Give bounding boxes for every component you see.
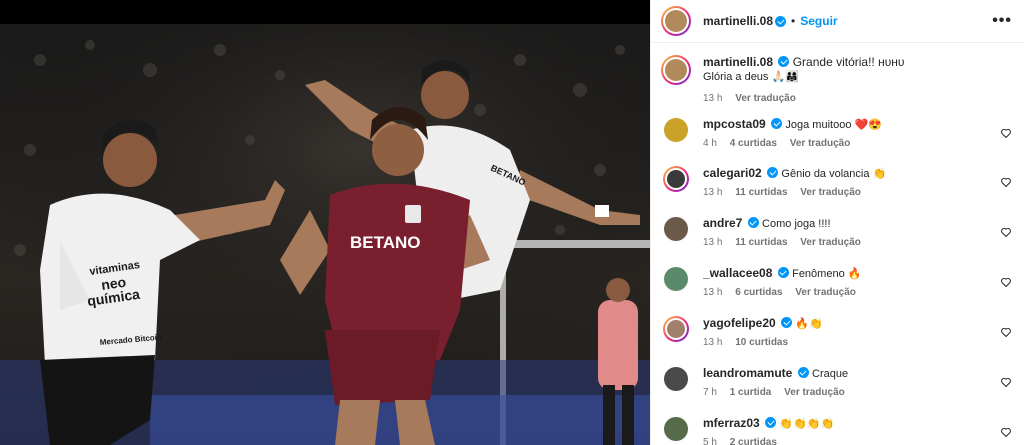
comment-translate-link[interactable]: Ver tradução bbox=[795, 287, 856, 298]
like-heart-icon[interactable] bbox=[1000, 226, 1012, 238]
sponsor-text: BETANO bbox=[350, 233, 421, 252]
like-heart-icon[interactable] bbox=[1000, 176, 1012, 188]
verified-icon bbox=[797, 367, 809, 378]
like-heart-icon[interactable] bbox=[1000, 376, 1012, 388]
comment-time: 13 h bbox=[703, 287, 723, 298]
caption-time: 13 h bbox=[703, 93, 723, 104]
comment-translate-link[interactable]: Ver tradução bbox=[784, 387, 845, 398]
comment-time: 7 h bbox=[703, 387, 717, 398]
comment-time: 5 h bbox=[703, 437, 717, 445]
post-header: martinelli.08 • Seguir ••• bbox=[651, 0, 1024, 43]
comments-panel: martinelli.08 • Seguir ••• martinelli.08… bbox=[650, 0, 1024, 445]
separator-dot: • bbox=[791, 14, 796, 28]
comment-text: Fenômeno 🔥 bbox=[792, 268, 862, 280]
commenter-avatar[interactable] bbox=[663, 366, 689, 392]
commenter-username[interactable]: mferraz03 bbox=[703, 416, 760, 430]
comment-text: Joga muitooo ❤️😍 bbox=[785, 119, 882, 131]
commenter-username[interactable]: andre7 bbox=[703, 216, 742, 230]
verified-icon bbox=[747, 217, 759, 228]
commenter-username[interactable]: calegari02 bbox=[703, 166, 762, 180]
caption-text-line1: Grande vitória!! ʜᴜʜᴜ bbox=[792, 55, 905, 69]
comment-time: 4 h bbox=[703, 138, 717, 149]
commenter-avatar[interactable] bbox=[663, 316, 689, 342]
comment-translate-link[interactable]: Ver tradução bbox=[800, 187, 861, 198]
caption-avatar[interactable] bbox=[661, 55, 691, 85]
commenter-avatar[interactable] bbox=[663, 166, 689, 192]
comment-item: calegari02 Gênio da volancia 👏 13 h 11 c… bbox=[661, 166, 1014, 198]
comment-likes-count[interactable]: 11 curtidas bbox=[735, 237, 787, 248]
comment-item: mpcosta09 Joga muitooo ❤️😍 4 h 4 curtida… bbox=[661, 117, 1014, 149]
comment-likes-count[interactable]: 6 curtidas bbox=[735, 287, 782, 298]
caption-translate-link[interactable]: Ver tradução bbox=[735, 93, 796, 104]
comments-list[interactable]: martinelli.08 Grande vitória!! ʜᴜʜᴜ Glór… bbox=[651, 44, 1024, 445]
commenter-username[interactable]: yagofelipe20 bbox=[703, 316, 776, 330]
comment-item: leandromamute Craque 7 h 1 curtida Ver t… bbox=[661, 366, 1014, 398]
caption: martinelli.08 Grande vitória!! ʜᴜʜᴜ Glór… bbox=[661, 55, 1014, 104]
like-heart-icon[interactable] bbox=[1000, 426, 1012, 438]
verified-icon bbox=[767, 167, 779, 178]
comment-text: Gênio da volancia 👏 bbox=[781, 168, 887, 180]
verified-icon bbox=[765, 417, 777, 428]
caption-username[interactable]: martinelli.08 bbox=[703, 55, 773, 69]
verified-icon bbox=[778, 56, 790, 67]
commenter-username[interactable]: _wallacee08 bbox=[703, 266, 772, 280]
commenter-avatar[interactable] bbox=[663, 266, 689, 292]
comment-likes-count[interactable]: 10 curtidas bbox=[735, 337, 788, 348]
comment-time: 13 h bbox=[703, 337, 723, 348]
comment-text: 👏👏👏👏 bbox=[779, 418, 835, 430]
comment-text: Como joga !!!! bbox=[762, 218, 831, 230]
comment-item: andre7 Como joga !!!! 13 h 11 curtidas V… bbox=[661, 216, 1014, 248]
comment-likes-count[interactable]: 4 curtidas bbox=[730, 138, 777, 149]
commenter-avatar[interactable] bbox=[663, 416, 689, 442]
author-username[interactable]: martinelli.08 bbox=[703, 14, 773, 28]
instagram-post-view: BETANO vitaminas neo química BETANO Merc… bbox=[0, 0, 1024, 445]
comment-likes-count[interactable]: 1 curtida bbox=[730, 387, 772, 398]
more-options-icon[interactable]: ••• bbox=[992, 12, 1012, 30]
comment-text: Craque bbox=[812, 368, 849, 380]
verified-icon bbox=[771, 118, 783, 129]
comment-likes-count[interactable]: 11 curtidas bbox=[735, 187, 787, 198]
caption-text-line2: Glória a deus 🙏🏻👨‍👩‍👧 bbox=[703, 71, 799, 83]
like-heart-icon[interactable] bbox=[1000, 326, 1012, 338]
follow-button[interactable]: Seguir bbox=[800, 14, 837, 28]
like-heart-icon[interactable] bbox=[1000, 127, 1012, 139]
comment-likes-count[interactable]: 2 curtidas bbox=[730, 437, 777, 445]
verified-icon bbox=[777, 267, 789, 278]
comment-translate-link[interactable]: Ver tradução bbox=[800, 237, 861, 248]
author-avatar[interactable] bbox=[661, 6, 691, 36]
post-photo[interactable]: BETANO vitaminas neo química BETANO Merc… bbox=[0, 0, 650, 445]
comment-item: yagofelipe20 🔥👏 13 h 10 curtidas bbox=[661, 316, 1014, 348]
comment-item: mferraz03 👏👏👏👏 5 h 2 curtidas bbox=[661, 416, 1014, 445]
verified-icon bbox=[775, 15, 787, 27]
commenter-avatar[interactable] bbox=[663, 216, 689, 242]
like-heart-icon[interactable] bbox=[1000, 276, 1012, 288]
comment-time: 13 h bbox=[703, 187, 723, 198]
comment-item: _wallacee08 Fenômeno 🔥 13 h 6 curtidas V… bbox=[661, 266, 1014, 298]
comment-time: 13 h bbox=[703, 237, 723, 248]
comment-text: 🔥👏 bbox=[795, 318, 823, 330]
commenter-username[interactable]: leandromamute bbox=[703, 366, 792, 380]
commenter-username[interactable]: mpcosta09 bbox=[703, 117, 766, 131]
football-match-image: BETANO vitaminas neo química BETANO Merc… bbox=[0, 0, 650, 445]
verified-icon bbox=[781, 317, 793, 328]
comment-translate-link[interactable]: Ver tradução bbox=[790, 138, 851, 149]
commenter-avatar[interactable] bbox=[663, 117, 689, 143]
